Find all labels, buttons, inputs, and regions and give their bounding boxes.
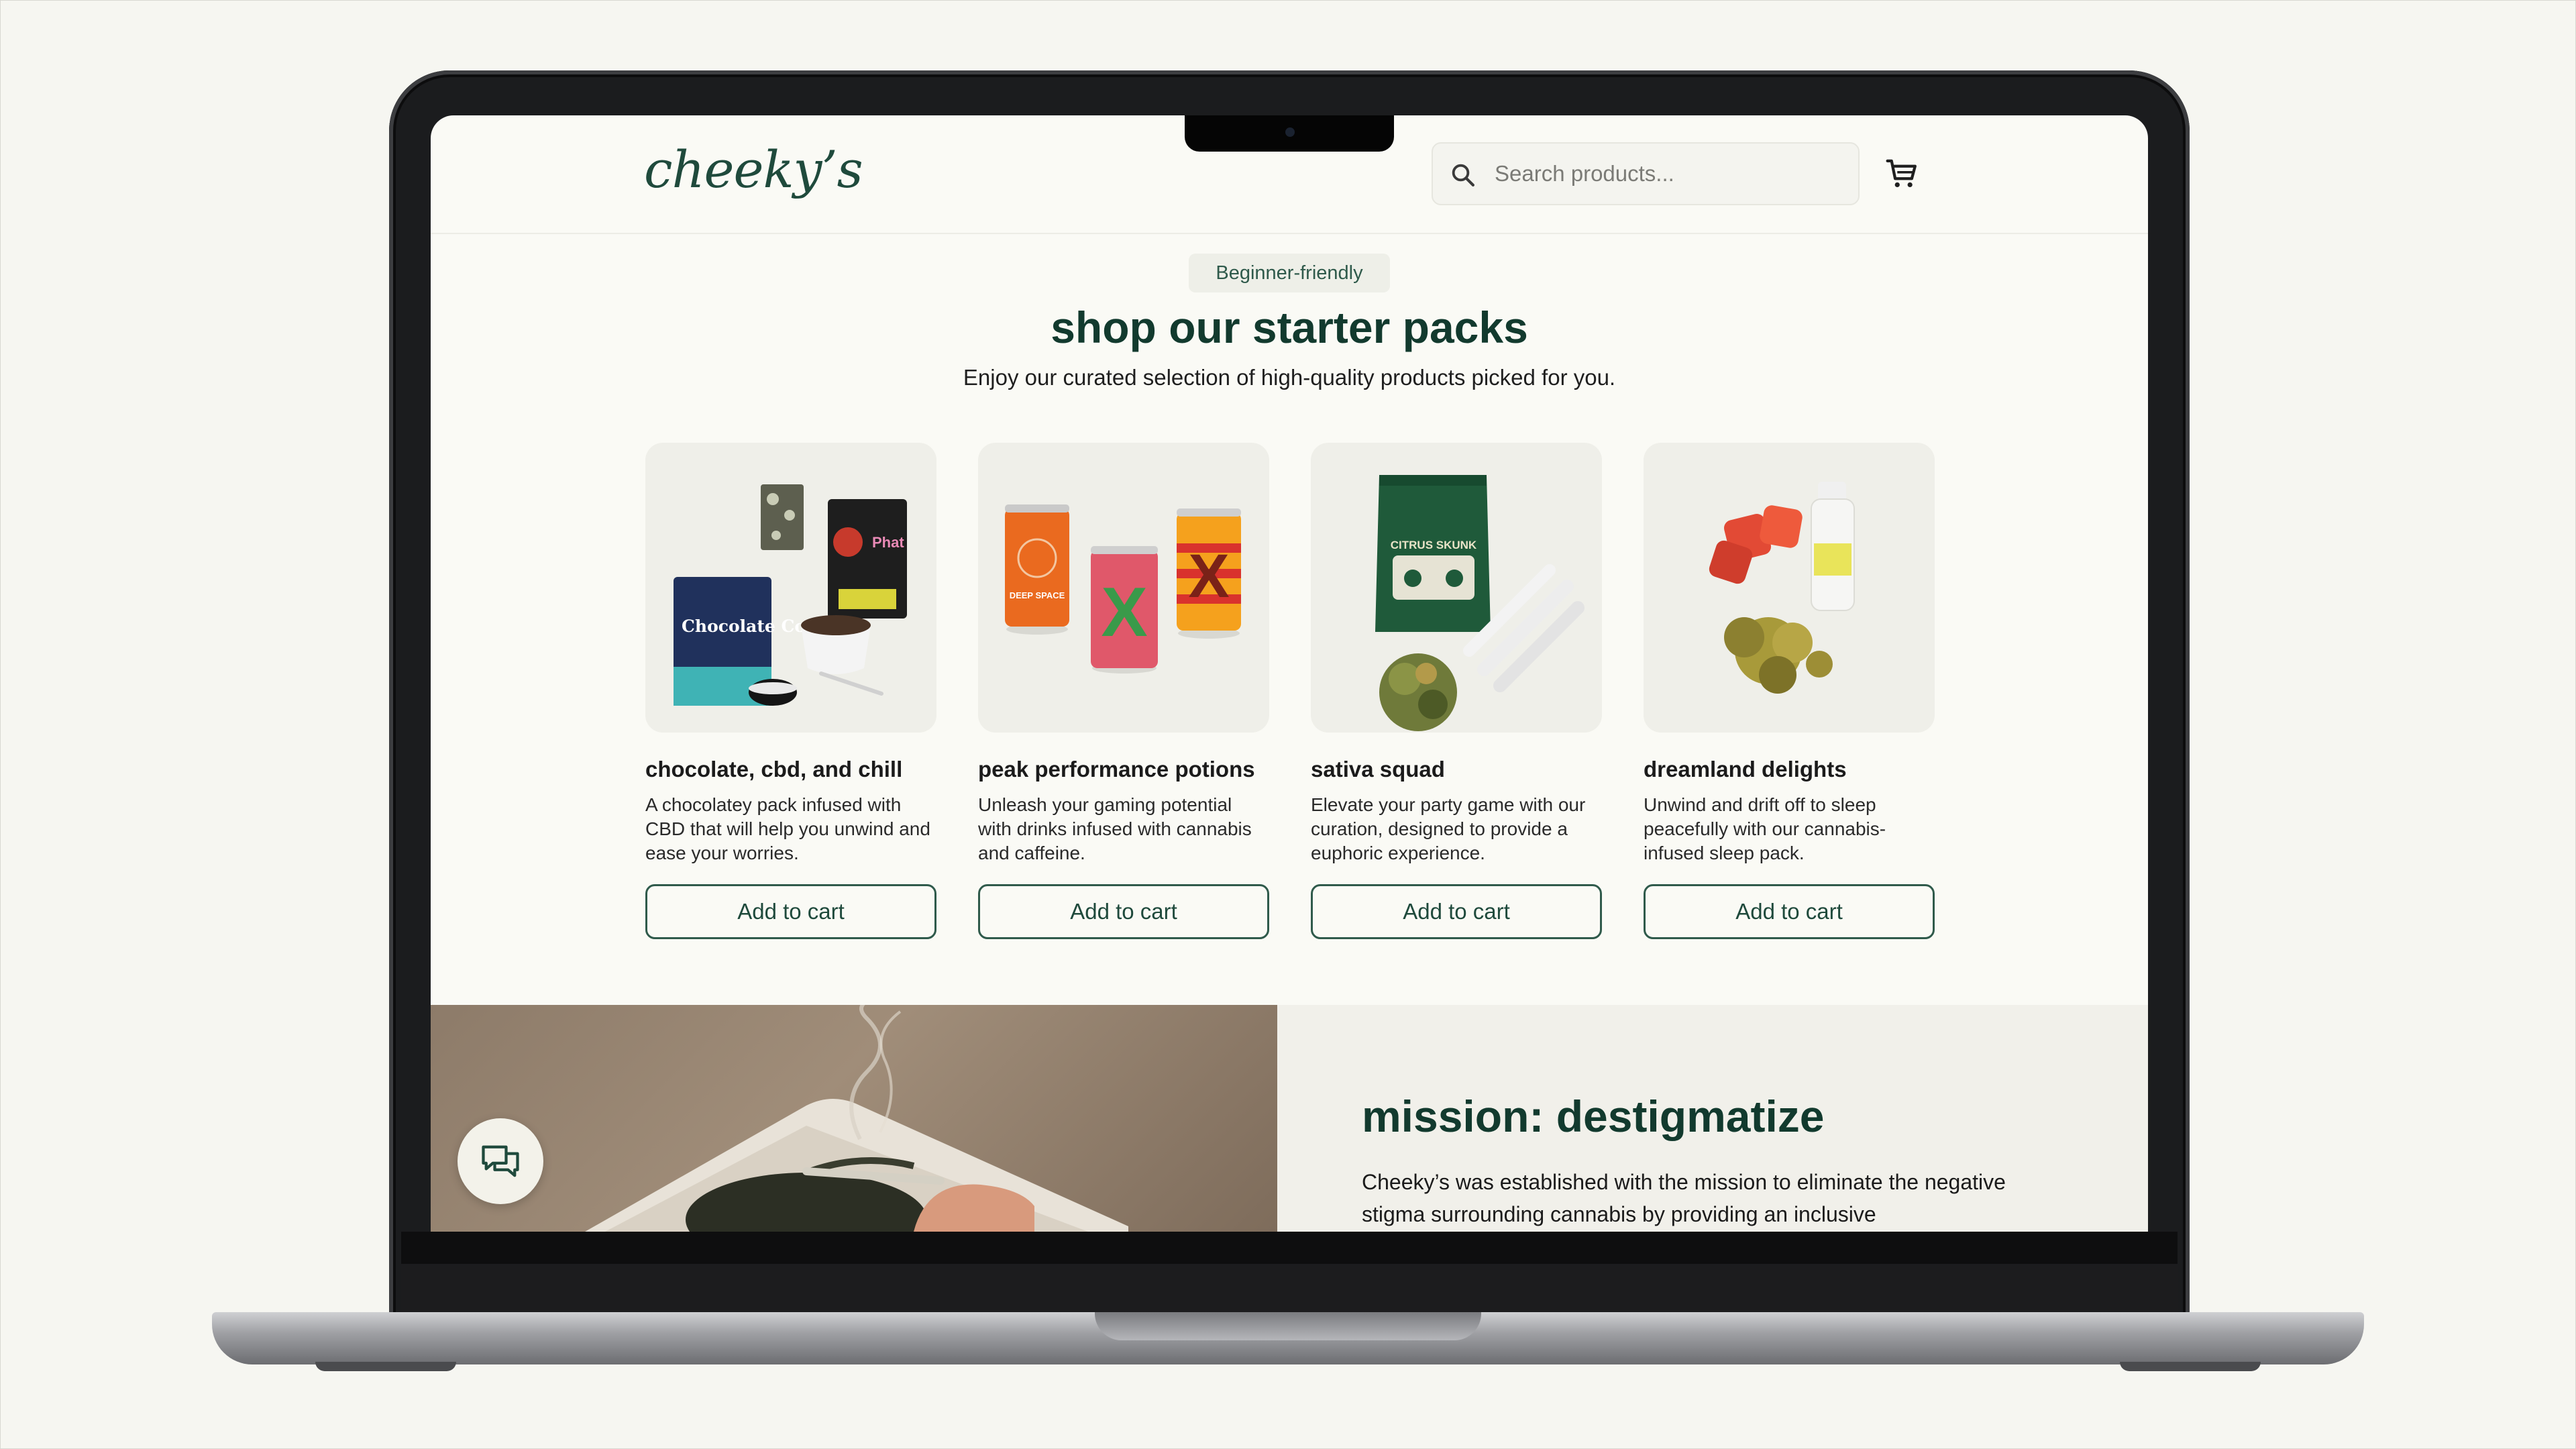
chat-button[interactable] (458, 1118, 543, 1204)
laptop-base-notch (1095, 1312, 1481, 1340)
mission-photo-illustration (585, 1005, 1128, 1232)
chocolate-pack-illustration: Phat Chocolate Cookie (674, 484, 907, 706)
product-description: A chocolatey pack infused with CBD that … (645, 794, 930, 863)
add-to-cart-button[interactable]: Add to cart (1311, 884, 1602, 939)
bag-brand-text: Phat (872, 534, 904, 551)
site-logo[interactable]: cheeky’s (644, 140, 863, 199)
beginner-badge: Beginner-friendly (1189, 254, 1390, 292)
chat-icon (482, 1145, 519, 1177)
product-image-potions-pack[interactable]: DEEP SPACE X X (978, 443, 1269, 733)
search-input[interactable] (1495, 144, 1843, 204)
search-icon (1452, 164, 1474, 186)
product-title[interactable]: peak performance potions (978, 757, 1269, 782)
sativa-pack-illustration: CITRUS SKUNK (1375, 475, 1585, 731)
product-image-sativa-pack[interactable]: CITRUS SKUNK (1311, 443, 1602, 733)
cart-icon[interactable] (1884, 156, 1920, 192)
product-card: CITRUS SKUNK sativa squad Elevate your p… (1311, 443, 1602, 939)
product-description: Elevate your party game with our curatio… (1311, 794, 1586, 863)
can-brand-text: DEEP SPACE (1010, 590, 1065, 600)
laptop-foot-left (315, 1362, 456, 1371)
add-to-cart-button[interactable]: Add to cart (645, 884, 936, 939)
product-description: Unleash your gaming potential with drink… (978, 794, 1252, 863)
laptop-screen: cheeky’s Beginner-friendly shop our star… (431, 115, 2148, 1232)
laptop-chin-shade (401, 1264, 2178, 1312)
mission-text: Cheeky’s was established with the missio… (1362, 1170, 2006, 1226)
search-box[interactable] (1432, 142, 1860, 205)
camera-notch (1185, 115, 1394, 152)
laptop-foot-right (2120, 1362, 2261, 1371)
mission-title: mission: destigmatize (1362, 1091, 1825, 1141)
product-card: DEEP SPACE X X peak performance potions … (978, 443, 1269, 939)
potions-pack-illustration: DEEP SPACE X X (1005, 504, 1241, 674)
starter-title: shop our starter packs (1051, 303, 1528, 352)
sleep-pack-illustration (1709, 482, 1855, 694)
svg-text:X: X (1188, 542, 1229, 610)
pouch-label-text: CITRUS SKUNK (1391, 539, 1477, 551)
mission-panel: mission: destigmatize Cheeky’s was estab… (1277, 1005, 2148, 1232)
product-title[interactable]: dreamland delights (1644, 757, 1935, 782)
mission-photo (431, 1005, 1277, 1232)
product-image-chocolate-pack[interactable]: Phat Chocolate Cookie (645, 443, 936, 733)
product-card: dreamland delights Unwind and drift off … (1644, 443, 1935, 939)
camera-icon (1285, 127, 1295, 137)
product-card: Phat Chocolate Cookie chocolate, cbd, an… (645, 443, 936, 939)
product-description: Unwind and drift off to sleep peacefully… (1644, 794, 1886, 863)
starter-subtitle: Enjoy our curated selection of high-qual… (963, 365, 1616, 390)
can-letter-text: X (1101, 574, 1147, 651)
add-to-cart-button[interactable]: Add to cart (978, 884, 1269, 939)
product-title[interactable]: chocolate, cbd, and chill (645, 757, 936, 782)
product-title[interactable]: sativa squad (1311, 757, 1602, 782)
product-image-sleep-pack[interactable] (1644, 443, 1935, 733)
add-to-cart-button[interactable]: Add to cart (1644, 884, 1935, 939)
